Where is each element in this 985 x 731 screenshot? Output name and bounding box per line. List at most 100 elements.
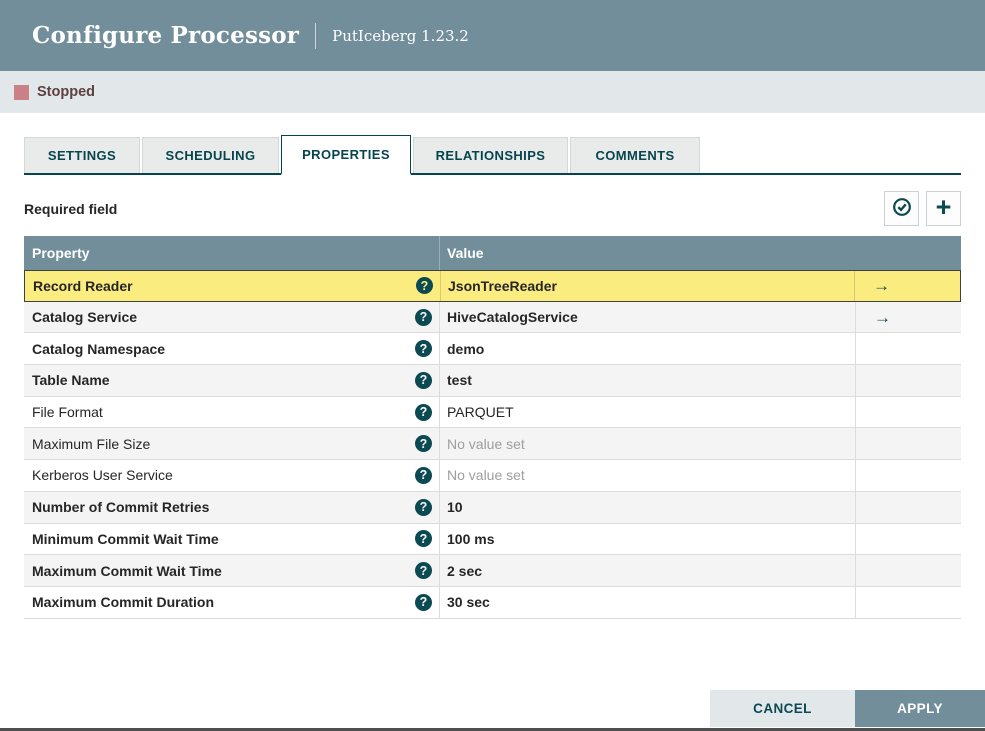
- verify-properties-button[interactable]: [884, 191, 919, 226]
- properties-table: Property Value Record Reader ? JsonTreeR…: [24, 236, 961, 619]
- property-value: 2 sec: [447, 562, 483, 579]
- property-value: PARQUET: [447, 404, 514, 421]
- value-cell[interactable]: test: [440, 365, 856, 396]
- property-name: Catalog Service: [32, 309, 138, 326]
- help-icon[interactable]: ?: [416, 277, 433, 295]
- property-cell: Maximum Commit Duration ?: [24, 586, 440, 618]
- value-cell[interactable]: demo: [440, 333, 856, 365]
- actions-cell: [856, 397, 961, 428]
- table-header-row: Property Value: [24, 236, 961, 270]
- property-row-file-format[interactable]: File Format ? PARQUET: [24, 396, 961, 429]
- property-value: No value set: [447, 435, 525, 452]
- dialog-footer: CANCEL APPLY: [710, 690, 985, 727]
- property-name: Table Name: [32, 372, 110, 389]
- help-icon[interactable]: ?: [415, 435, 432, 453]
- property-value: test: [447, 372, 472, 389]
- actions-cell: [856, 587, 961, 618]
- tab-label: SCHEDULING: [165, 148, 256, 163]
- cancel-button[interactable]: CANCEL: [710, 690, 855, 727]
- property-name: File Format: [32, 404, 103, 421]
- value-cell[interactable]: 10: [440, 491, 856, 523]
- property-row-kerberos-user-service[interactable]: Kerberos User Service ? No value set: [24, 460, 961, 492]
- actions-cell: [856, 555, 961, 586]
- add-property-button[interactable]: +: [926, 191, 961, 226]
- property-row-catalog-namespace[interactable]: Catalog Namespace ? demo: [24, 333, 961, 366]
- help-icon[interactable]: ?: [415, 498, 432, 516]
- dialog-header: Configure Processor PutIceberg 1.23.2: [0, 0, 985, 71]
- property-cell: Catalog Service ?: [24, 301, 440, 333]
- help-icon[interactable]: ?: [415, 530, 432, 548]
- tab-label: PROPERTIES: [302, 147, 390, 162]
- property-row-catalog-service[interactable]: Catalog Service ? HiveCatalogService →: [24, 301, 961, 334]
- go-to-service-icon[interactable]: →: [873, 277, 890, 294]
- help-icon[interactable]: ?: [415, 340, 432, 358]
- help-icon[interactable]: ?: [415, 371, 432, 389]
- value-cell[interactable]: No value set: [440, 428, 856, 460]
- value-cell[interactable]: 30 sec: [440, 586, 856, 618]
- property-cell: Minimum Commit Wait Time ?: [24, 523, 440, 555]
- property-value: JsonTreeReader: [448, 277, 557, 294]
- tab-label: COMMENTS: [595, 148, 675, 163]
- actions-cell: [856, 460, 961, 491]
- property-cell: Table Name ?: [24, 365, 440, 396]
- column-header-property: Property: [24, 236, 440, 270]
- property-name: Catalog Namespace: [32, 340, 166, 357]
- value-cell[interactable]: 2 sec: [440, 555, 856, 586]
- actions-cell: [856, 365, 961, 396]
- property-cell: Maximum Commit Wait Time ?: [24, 555, 440, 586]
- property-value: demo: [447, 340, 485, 357]
- property-name: Maximum File Size: [32, 435, 151, 452]
- tab-comments[interactable]: COMMENTS: [570, 137, 700, 173]
- actions-cell: →: [855, 271, 960, 301]
- property-name: Maximum Commit Wait Time: [32, 562, 222, 579]
- help-icon[interactable]: ?: [415, 308, 432, 326]
- property-cell: Record Reader ?: [25, 271, 441, 301]
- property-cell: Number of Commit Retries ?: [24, 491, 440, 523]
- property-name: Number of Commit Retries: [32, 499, 210, 516]
- go-to-service-icon[interactable]: →: [874, 309, 891, 326]
- property-name: Maximum Commit Duration: [32, 594, 215, 611]
- tab-scheduling[interactable]: SCHEDULING: [142, 137, 279, 173]
- title-separator: [315, 22, 317, 49]
- plus-icon: +: [935, 191, 952, 222]
- tab-relationships[interactable]: RELATIONSHIPS: [413, 137, 568, 173]
- property-row-maximum-commit-duration[interactable]: Maximum Commit Duration ? 30 sec: [24, 586, 961, 619]
- table-body: Record Reader ? JsonTreeReader → Catalog…: [24, 270, 961, 619]
- status-label: Stopped: [37, 84, 95, 100]
- property-row-table-name[interactable]: Table Name ? test: [24, 365, 961, 397]
- property-value: 100 ms: [447, 530, 495, 547]
- value-cell[interactable]: JsonTreeReader: [441, 271, 855, 301]
- property-cell: Maximum File Size ?: [24, 428, 440, 460]
- tab-properties[interactable]: PROPERTIES: [281, 135, 411, 175]
- actions-cell: [856, 428, 961, 459]
- value-cell[interactable]: 100 ms: [440, 523, 856, 555]
- help-icon[interactable]: ?: [415, 593, 432, 611]
- apply-button[interactable]: APPLY: [855, 690, 985, 727]
- value-cell[interactable]: No value set: [440, 460, 856, 491]
- value-cell[interactable]: HiveCatalogService: [440, 301, 856, 333]
- property-row-record-reader[interactable]: Record Reader ? JsonTreeReader →: [24, 270, 961, 302]
- properties-toolbar: Required field +: [24, 191, 961, 226]
- stopped-status-icon: [14, 84, 29, 100]
- property-row-number-of-commit-retries[interactable]: Number of Commit Retries ? 10: [24, 491, 961, 524]
- help-icon[interactable]: ?: [415, 562, 432, 580]
- actions-cell: [856, 333, 961, 364]
- tab-label: RELATIONSHIPS: [435, 148, 546, 163]
- property-name: Kerberos User Service: [32, 467, 173, 484]
- property-name: Record Reader: [33, 277, 133, 294]
- tab-settings[interactable]: SETTINGS: [24, 137, 140, 173]
- actions-cell: →: [856, 302, 961, 333]
- property-value: No value set: [447, 467, 525, 484]
- tab-bar: SETTINGS SCHEDULING PROPERTIES RELATIONS…: [24, 135, 961, 175]
- column-header-value: Value: [447, 245, 484, 261]
- actions-cell: [856, 524, 961, 555]
- property-value: 10: [447, 499, 463, 516]
- property-row-minimum-commit-wait-time[interactable]: Minimum Commit Wait Time ? 100 ms: [24, 523, 961, 556]
- property-row-maximum-file-size[interactable]: Maximum File Size ? No value set: [24, 428, 961, 461]
- processor-name-version: PutIceberg 1.23.2: [332, 26, 469, 45]
- help-icon[interactable]: ?: [415, 403, 432, 421]
- property-value: 30 sec: [447, 594, 490, 611]
- value-cell[interactable]: PARQUET: [440, 396, 856, 428]
- property-row-maximum-commit-wait-time[interactable]: Maximum Commit Wait Time ? 2 sec: [24, 555, 961, 587]
- help-icon[interactable]: ?: [415, 466, 432, 484]
